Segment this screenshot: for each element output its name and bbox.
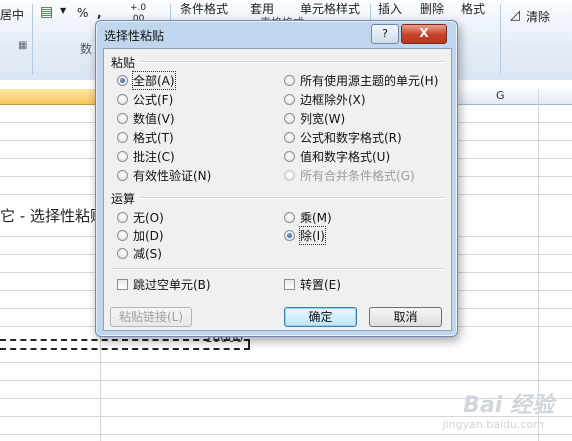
paste-option-label: 公式和数字格式(R) [300, 131, 402, 145]
operation-option-multiply[interactable]: 乘(M) [284, 210, 332, 225]
radio-icon[interactable] [284, 113, 295, 124]
operation-option-divide[interactable]: 除(I) [284, 226, 326, 245]
paste-option-formats[interactable]: 格式(T) [117, 130, 174, 145]
radio-disabled-icon [284, 170, 295, 181]
paste-option-values-number-formats[interactable]: 值和数字格式(U) [284, 149, 390, 164]
radio-icon[interactable] [117, 94, 128, 105]
operation-option-none[interactable]: 无(O) [117, 210, 164, 225]
paste-option-label: 全部(A) [132, 71, 176, 90]
radio-selected-icon[interactable] [284, 230, 295, 241]
grid-line [0, 380, 572, 381]
format-button[interactable]: 格式 [461, 0, 485, 17]
operation-option-label: 加(D) [133, 229, 164, 243]
clear-button[interactable]: 清除 [526, 8, 550, 25]
merge-center-button[interactable]: 居中 [0, 6, 24, 23]
cell-styles-button[interactable]: 单元格样式 [300, 0, 360, 17]
comma-button[interactable]: , [97, 6, 102, 20]
paste-option-label: 批注(C) [133, 150, 175, 164]
paste-option-merge-conditional: 所有合并条件格式(G) [284, 168, 415, 183]
dialog-body: 粘贴 全部(A) 公式(F) 数值(V) 格式(T) 批注(C) 有效性验证(N… [103, 48, 452, 331]
paste-option-column-widths[interactable]: 列宽(W) [284, 111, 345, 126]
operation-option-label: 减(S) [133, 247, 162, 261]
ok-button[interactable]: 确定 [284, 307, 357, 327]
paste-option-label: 值和数字格式(U) [300, 150, 391, 164]
paste-option-label: 列宽(W) [300, 112, 346, 126]
radio-icon[interactable] [284, 75, 295, 86]
watermark-url: jingyan.baidu.com [442, 418, 544, 431]
operation-section-label: 运算 [111, 192, 136, 206]
paste-special-dialog: 选择性粘贴 ? X 粘贴 全部(A) 公式(F) 数值(V) 格式(T) 批注(… [95, 20, 458, 337]
paste-link-button: 粘贴链接(L) [110, 307, 192, 327]
insert-button[interactable]: 插入 [378, 0, 402, 17]
dialog-titlebar[interactable]: 选择性粘贴 ? X [96, 21, 457, 48]
radio-selected-icon[interactable] [117, 75, 128, 86]
watermark-logo: Bai 经验 [463, 393, 554, 418]
paste-option-formulas[interactable]: 公式(F) [117, 92, 173, 107]
paste-option-values[interactable]: 数值(V) [117, 111, 175, 126]
paste-option-no-borders[interactable]: 边框除外(X) [284, 92, 366, 107]
paste-option-label: 所有使用源主题的单元(H) [300, 74, 439, 88]
paste-option-comments[interactable]: 批注(C) [117, 149, 175, 164]
radio-icon[interactable] [117, 248, 128, 259]
delete-button[interactable]: 删除 [420, 0, 444, 17]
operation-option-label: 除(I) [299, 226, 326, 245]
currency-icon[interactable]: ▤ [40, 4, 53, 20]
ribbon-small-icon: ▦ [18, 40, 28, 51]
radio-icon[interactable] [117, 170, 128, 181]
percent-button[interactable]: % [77, 6, 88, 20]
close-button[interactable]: X [401, 24, 447, 44]
conditional-format-button[interactable]: 条件格式 [180, 0, 228, 17]
radio-icon[interactable] [117, 212, 128, 223]
paste-option-label: 数值(V) [133, 112, 175, 126]
skip-blanks-checkbox[interactable]: 跳过空单元(B) [117, 277, 211, 292]
paste-option-label: 格式(T) [133, 131, 174, 145]
column-header-selected[interactable] [0, 89, 100, 105]
paste-option-label: 有效性验证(N) [133, 169, 212, 183]
help-button[interactable]: ? [371, 24, 399, 44]
radio-icon[interactable] [284, 212, 295, 223]
radio-icon[interactable] [117, 230, 128, 241]
dialog-title: 选择性粘贴 [104, 29, 165, 43]
paste-option-formulas-number-formats[interactable]: 公式和数字格式(R) [284, 130, 402, 145]
chevron-down-icon[interactable]: ▼ [60, 6, 66, 15]
radio-icon[interactable] [284, 151, 295, 162]
column-header-g[interactable]: G [496, 89, 505, 102]
paste-option-label: 所有合并条件格式(G) [300, 169, 415, 183]
cancel-button[interactable]: 取消 [369, 307, 442, 327]
operation-option-subtract[interactable]: 减(S) [117, 246, 162, 261]
radio-icon[interactable] [117, 113, 128, 124]
operation-option-add[interactable]: 加(D) [117, 228, 164, 243]
radio-icon[interactable] [117, 132, 128, 143]
section-divider [140, 61, 444, 63]
operation-option-label: 乘(M) [300, 211, 332, 225]
increase-decimal-button[interactable]: +.0 [130, 3, 146, 13]
ribbon-separator [500, 4, 501, 74]
paste-option-source-theme[interactable]: 所有使用源主题的单元(H) [284, 73, 438, 88]
paste-option-label: 边框除外(X) [300, 93, 366, 107]
number-group-label: 数 [80, 42, 93, 56]
paste-section-label: 粘贴 [111, 56, 136, 70]
paste-option-label: 公式(F) [133, 93, 174, 107]
paste-option-all[interactable]: 全部(A) [117, 71, 176, 90]
radio-icon[interactable] [117, 151, 128, 162]
checkbox-icon[interactable] [117, 279, 128, 290]
paste-option-validation[interactable]: 有效性验证(N) [117, 168, 211, 183]
grid-line [0, 362, 572, 363]
eraser-icon[interactable]: ◿ [510, 8, 520, 23]
section-divider [111, 268, 444, 270]
checkbox-label: 转置(E) [300, 278, 341, 292]
checkbox-icon[interactable] [284, 279, 295, 290]
grid-line [0, 434, 572, 435]
operation-option-label: 无(O) [133, 211, 164, 225]
checkbox-label: 跳过空单元(B) [133, 278, 211, 292]
cell-text[interactable]: 它 - 选择性粘贴 [0, 205, 105, 226]
radio-icon[interactable] [284, 94, 295, 105]
transpose-checkbox[interactable]: 转置(E) [284, 277, 341, 292]
ribbon-separator [32, 4, 33, 74]
section-divider [140, 197, 444, 199]
radio-icon[interactable] [284, 132, 295, 143]
